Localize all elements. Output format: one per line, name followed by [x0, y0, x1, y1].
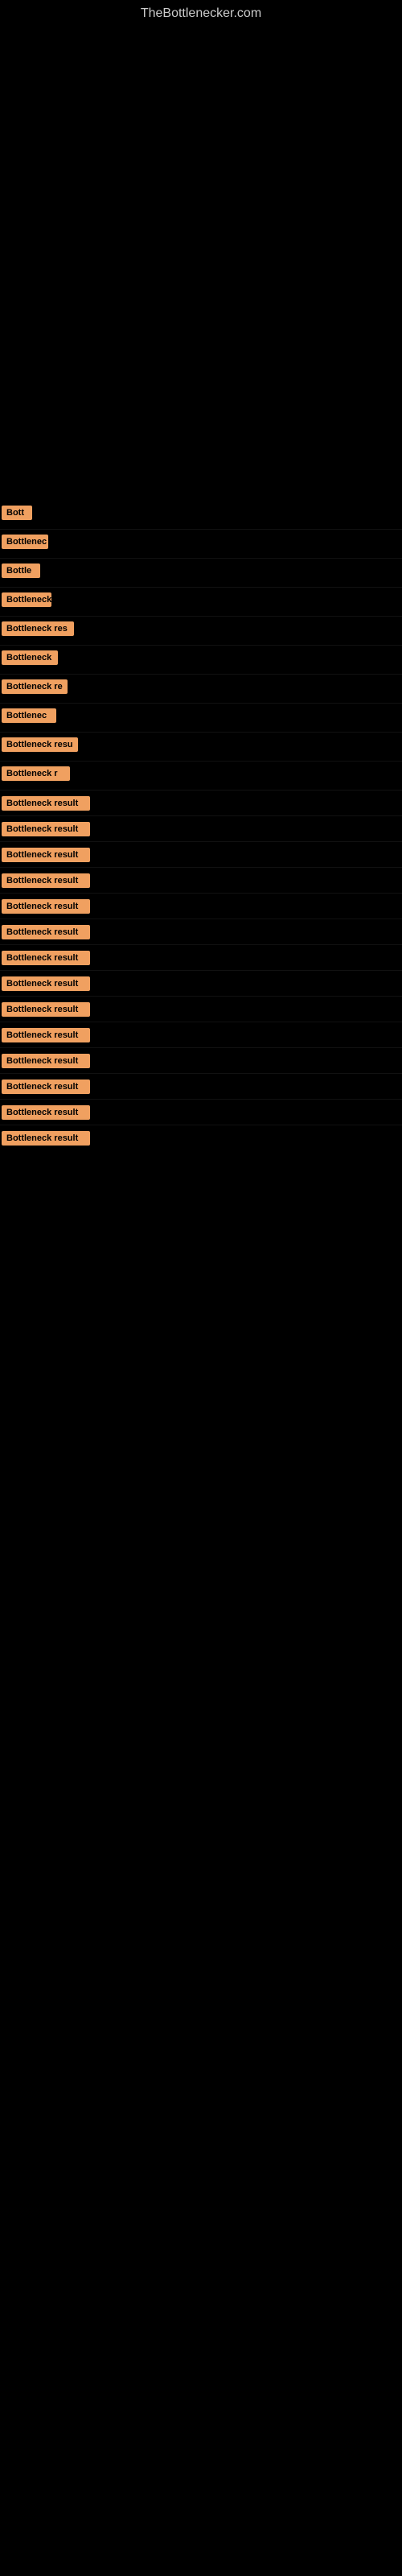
- list-item: Bottleneck resu: [0, 734, 402, 759]
- list-item: Bottleneck res: [0, 618, 402, 643]
- bottleneck-badge: Bottleneck result: [2, 951, 90, 965]
- list-item: Bottleneck result: [0, 818, 402, 840]
- bottleneck-badge: Bottleneck re: [2, 679, 68, 694]
- bottleneck-badge: Bottleneck result: [2, 1131, 90, 1146]
- bottleneck-badge: Bottleneck r: [2, 766, 70, 781]
- list-item: Bottlenec: [0, 705, 402, 730]
- bottleneck-badge: Bottle: [2, 564, 40, 578]
- bottleneck-labels-section: Bott Bottlenec Bottle Bottleneck Bottlen…: [0, 486, 402, 1149]
- bottleneck-badge: Bottleneck result: [2, 1028, 90, 1042]
- bottleneck-badge: Bottlenec: [2, 708, 56, 723]
- list-item: Bottlenec: [0, 531, 402, 556]
- list-item: Bottleneck r: [0, 763, 402, 788]
- bottleneck-badge: Bottleneck result: [2, 873, 90, 888]
- list-item: Bottleneck result: [0, 1127, 402, 1149]
- bottleneck-badge: Bottleneck result: [2, 822, 90, 836]
- bottleneck-badge: Bottleneck res: [2, 621, 74, 636]
- list-item: Bottleneck result: [0, 947, 402, 968]
- list-item: Bott: [0, 502, 402, 527]
- bottleneck-badge: Bottleneck result: [2, 848, 90, 862]
- bottleneck-badge: Bottleneck: [2, 592, 51, 607]
- bottleneck-badge: Bottleneck result: [2, 1054, 90, 1068]
- list-item: Bottleneck result: [0, 972, 402, 994]
- bottleneck-badge: Bottlenec: [2, 535, 48, 549]
- bottleneck-badge: Bottleneck result: [2, 899, 90, 914]
- site-header: TheBottlenecker.com: [0, 0, 402, 27]
- list-item: Bottleneck: [0, 589, 402, 614]
- bottleneck-badge: Bottleneck resu: [2, 737, 78, 752]
- list-item: Bottleneck result: [0, 1050, 402, 1071]
- list-item: Bottleneck: [0, 647, 402, 672]
- list-item: Bottleneck result: [0, 921, 402, 943]
- list-item: Bottleneck result: [0, 1075, 402, 1097]
- site-title: TheBottlenecker.com: [0, 0, 402, 27]
- list-item: Bottleneck result: [0, 1024, 402, 1046]
- list-item: Bottleneck re: [0, 676, 402, 701]
- chart-area: [0, 27, 402, 414]
- bottleneck-badge: Bottleneck result: [2, 796, 90, 811]
- bottleneck-badge: Bottleneck result: [2, 1002, 90, 1017]
- list-item: Bottleneck result: [0, 869, 402, 891]
- bottleneck-badge: Bottleneck result: [2, 1105, 90, 1120]
- list-item: Bottleneck result: [0, 844, 402, 865]
- list-item: Bottleneck result: [0, 895, 402, 917]
- bottleneck-badge: Bottleneck: [2, 650, 58, 665]
- bottleneck-badge: Bottleneck result: [2, 976, 90, 991]
- bottleneck-badge: Bottleneck result: [2, 925, 90, 939]
- bottleneck-badge: Bott: [2, 506, 32, 520]
- list-item: Bottleneck result: [0, 792, 402, 814]
- list-item: Bottle: [0, 560, 402, 585]
- list-item: Bottleneck result: [0, 998, 402, 1020]
- bottleneck-badge: Bottleneck result: [2, 1080, 90, 1094]
- list-item: Bottleneck result: [0, 1101, 402, 1123]
